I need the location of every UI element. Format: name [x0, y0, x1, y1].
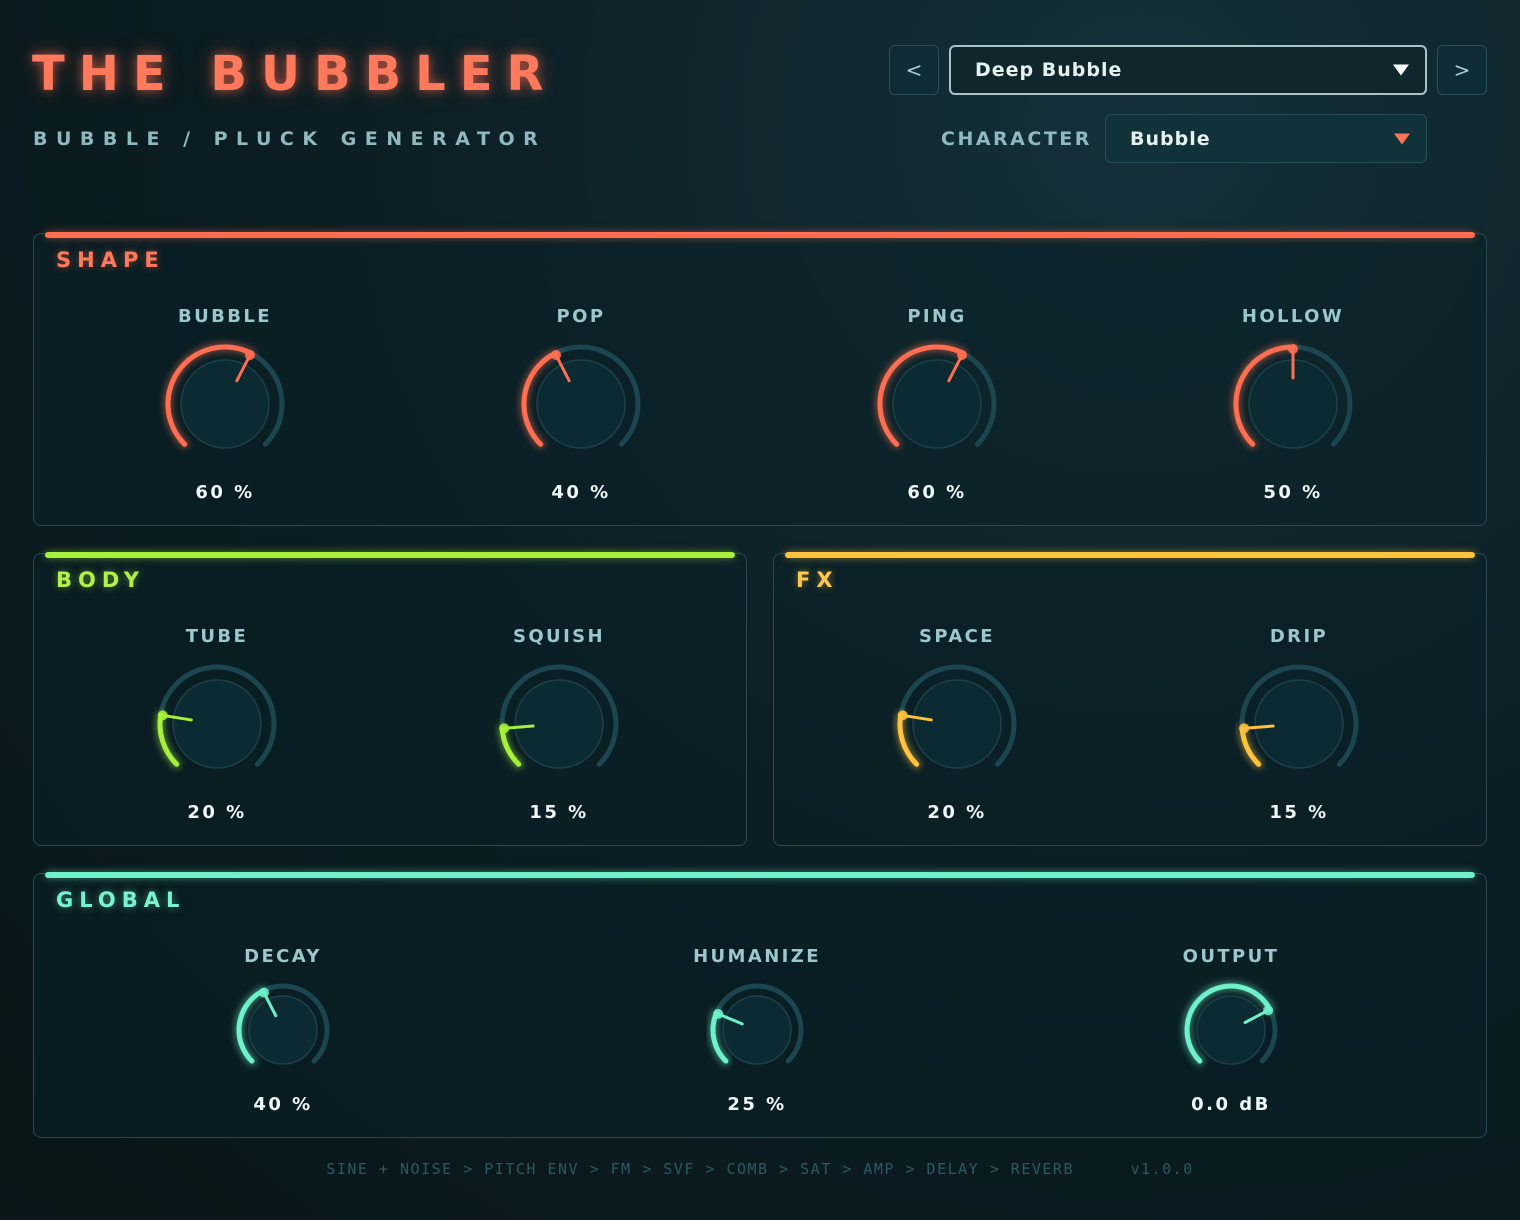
knob-value: 20 %	[927, 802, 987, 823]
knob-label: DRIP	[1269, 626, 1329, 647]
knob-body	[722, 995, 792, 1065]
knob-handle	[551, 349, 562, 360]
knob-value: 20 %	[187, 802, 247, 823]
global-accent-bar	[45, 872, 1475, 878]
knob-handle	[157, 710, 168, 721]
knob-dial[interactable]	[146, 653, 288, 795]
knob-body	[514, 679, 604, 769]
knob-label: TUBE	[185, 626, 249, 647]
knob-label: DECAY	[244, 946, 322, 967]
knob-value: 60 %	[195, 482, 255, 503]
preset-select[interactable]: Deep Bubble	[949, 45, 1427, 95]
signal-chain: SINE + NOISE > PITCH ENV > FM > SVF > CO…	[326, 1160, 1074, 1178]
knob-label: PING	[907, 306, 967, 327]
knob-label: OUTPUT	[1182, 946, 1280, 967]
version-label: v1.0.0	[1130, 1160, 1194, 1178]
knob-label: HUMANIZE	[693, 946, 821, 967]
knob-body	[1196, 995, 1266, 1065]
fx-title: FX	[796, 568, 839, 592]
chevron-down-icon	[1394, 133, 1410, 144]
shape-accent-bar	[45, 232, 1475, 238]
knob-handle	[1239, 723, 1250, 734]
knob-body	[536, 359, 626, 449]
knob-handle	[713, 1008, 724, 1019]
knob-value: 25 %	[727, 1094, 787, 1115]
fx-accent-bar	[785, 552, 1475, 558]
knob-label: SPACE	[919, 626, 995, 647]
knob-value: 0.0 dB	[1191, 1094, 1271, 1115]
knob-dial[interactable]	[886, 653, 1028, 795]
knob-value: 40 %	[551, 482, 611, 503]
knob-body	[180, 359, 270, 449]
next-preset-label: >	[1453, 58, 1471, 82]
knob-dial[interactable]	[866, 333, 1008, 475]
character-label: CHARACTER	[941, 128, 1092, 150]
knob-handle	[897, 710, 908, 721]
knob-dial[interactable]	[1228, 653, 1370, 795]
signal-chain-footer: SINE + NOISE > PITCH ENV > FM > SVF > CO…	[0, 1160, 1520, 1178]
knob-body	[912, 679, 1002, 769]
knob-dial[interactable]	[510, 333, 652, 475]
knob-value: 50 %	[1263, 482, 1323, 503]
knob-dial[interactable]	[225, 972, 341, 1088]
next-preset-button[interactable]: >	[1437, 45, 1487, 95]
body-title: BODY	[56, 568, 145, 592]
app-subtitle: BUBBLE / PLUCK GENERATOR	[33, 128, 547, 150]
knob-handle	[1263, 1005, 1274, 1016]
knob-body	[1254, 679, 1344, 769]
shape-title: SHAPE	[56, 248, 165, 272]
knob-label: POP	[556, 306, 606, 327]
knob-label: SQUISH	[512, 626, 605, 647]
knob-body	[892, 359, 982, 449]
knob-handle	[258, 987, 269, 998]
prev-preset-button[interactable]: <	[889, 45, 939, 95]
character-select[interactable]: Bubble	[1105, 114, 1427, 163]
knob-handle	[956, 349, 967, 360]
body-accent-bar	[45, 552, 735, 558]
character-select-value: Bubble	[1130, 127, 1211, 150]
prev-preset-label: <	[905, 58, 923, 82]
knob-handle	[499, 723, 510, 734]
chevron-down-icon	[1393, 64, 1409, 76]
knob-label: HOLLOW	[1241, 306, 1345, 327]
preset-select-value: Deep Bubble	[975, 59, 1123, 81]
knob-dial[interactable]	[154, 333, 296, 475]
global-title: GLOBAL	[56, 888, 186, 912]
knob-handle	[244, 349, 255, 360]
knob-value: 60 %	[907, 482, 967, 503]
knob-body	[172, 679, 262, 769]
knob-dial[interactable]	[1222, 333, 1364, 475]
knob-dial[interactable]	[488, 653, 630, 795]
knob-dial[interactable]	[699, 972, 815, 1088]
knob-value: 15 %	[1269, 802, 1329, 823]
knob-handle	[1288, 344, 1298, 354]
knob-value: 40 %	[253, 1094, 313, 1115]
knob-value: 15 %	[529, 802, 589, 823]
knob-body	[248, 995, 318, 1065]
knob-dial[interactable]	[1173, 972, 1289, 1088]
app-title: THE BUBBLER	[32, 46, 558, 102]
knob-label: BUBBLE	[178, 306, 272, 327]
